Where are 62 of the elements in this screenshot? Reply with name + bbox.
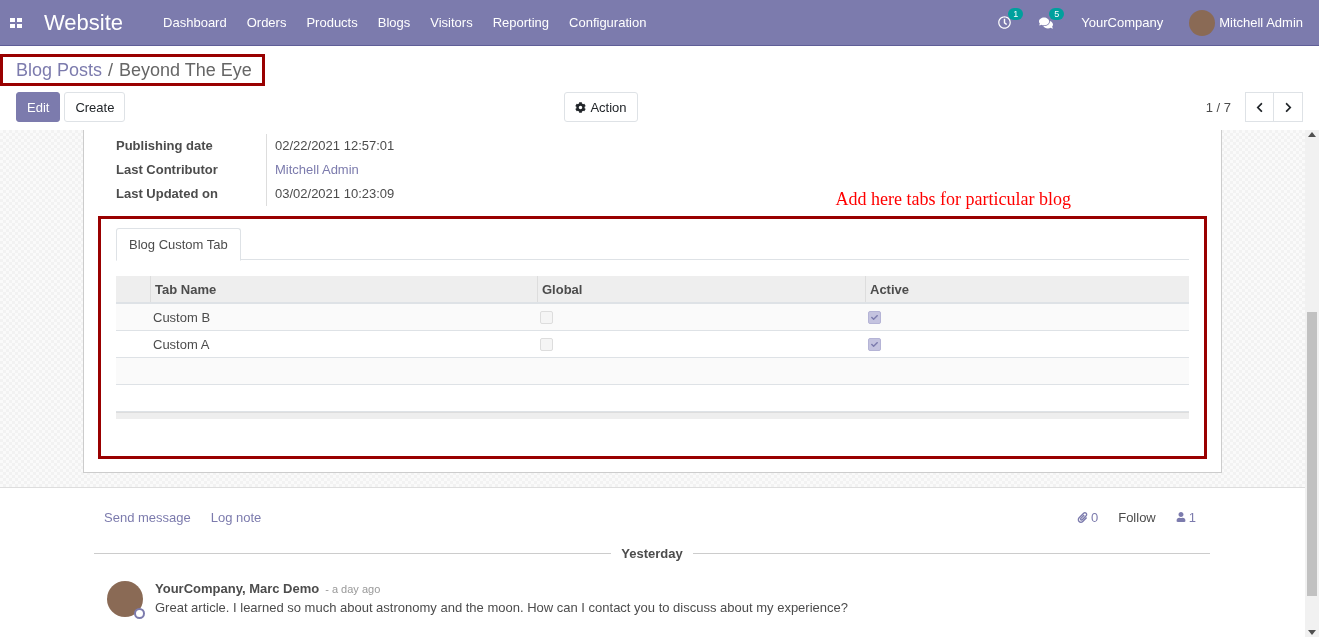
- next-button[interactable]: [1274, 92, 1303, 122]
- paperclip-icon: [1076, 511, 1088, 523]
- breadcrumb-link[interactable]: Blog Posts: [16, 59, 103, 81]
- app-name: Website: [44, 9, 124, 36]
- field-value: 03/02/2021 10:23:09: [275, 186, 395, 201]
- action-button[interactable]: Action: [564, 92, 638, 122]
- chevron-left-icon: [1254, 101, 1265, 113]
- column-header[interactable]: Active: [865, 276, 1189, 302]
- column-header[interactable]: Global: [537, 276, 865, 302]
- scrollbar-thumb[interactable]: [1307, 312, 1317, 596]
- field-link[interactable]: Mitchell Admin: [275, 162, 359, 177]
- message-author: YourCompany, Marc Demo: [155, 581, 320, 596]
- apps-grid-icon[interactable]: [10, 17, 22, 28]
- menu-item[interactable]: Products: [296, 15, 368, 30]
- gear-icon: [575, 101, 587, 113]
- attachments-button[interactable]: 0: [1076, 509, 1099, 525]
- scroll-up-arrow-icon[interactable]: [1308, 132, 1316, 137]
- pager-counter: 1 / 7: [1205, 99, 1231, 115]
- breadcrumb-separator: /: [108, 59, 114, 81]
- presence-icon: [134, 608, 145, 619]
- menu-item[interactable]: Configuration: [559, 15, 657, 30]
- menu-item[interactable]: Visitors: [420, 15, 483, 30]
- scroll-down-arrow-icon[interactable]: [1308, 630, 1316, 635]
- field-label: Last Updated on: [116, 185, 219, 203]
- checkbox[interactable]: [868, 310, 881, 324]
- menu-item[interactable]: Orders: [236, 15, 297, 30]
- column-header[interactable]: Tab Name: [150, 276, 537, 302]
- table-cell-text: Custom A: [152, 336, 211, 352]
- company-switcher[interactable]: YourCompany: [1081, 15, 1164, 30]
- check-icon: [871, 313, 878, 321]
- user-icon: [1175, 512, 1186, 522]
- menu-item[interactable]: Dashboard: [153, 15, 237, 30]
- author-avatar: [107, 581, 143, 617]
- edit-button[interactable]: Edit: [16, 92, 61, 122]
- user-menu[interactable]: Mitchell Admin: [1219, 15, 1303, 30]
- previous-button[interactable]: [1245, 92, 1274, 122]
- menu-item[interactable]: Blogs: [367, 15, 421, 30]
- field-label: Publishing date: [116, 137, 214, 155]
- date-separator: Yesterday: [621, 546, 683, 561]
- count-badge: 1: [1008, 8, 1024, 20]
- followers-button[interactable]: 1: [1175, 509, 1196, 525]
- check-icon: [871, 340, 878, 348]
- chat-icon[interactable]: [1039, 15, 1054, 30]
- count-badge: 5: [1049, 7, 1065, 20]
- breadcrumb-current: Beyond The Eye: [119, 59, 252, 81]
- notebook-tab[interactable]: Blog Custom Tab: [116, 228, 241, 261]
- menu-item[interactable]: Reporting: [482, 15, 560, 30]
- scrollbar[interactable]: [1305, 130, 1319, 637]
- checkbox[interactable]: [540, 337, 553, 351]
- create-button[interactable]: Create: [64, 92, 126, 122]
- checkbox[interactable]: [540, 310, 553, 324]
- message-body: Great article. I learned so much about astronomy and the moon. How can I contact you to discuss about my experience?: [155, 600, 848, 615]
- clock-icon[interactable]: [998, 16, 1012, 29]
- message-time: - a day ago: [325, 583, 381, 595]
- field-value: 02/22/2021 12:57:01: [275, 138, 395, 153]
- annotation-text: Add here tabs for particular blog: [835, 189, 1071, 210]
- checkbox[interactable]: [868, 337, 881, 351]
- log-note-link[interactable]: Log note: [210, 509, 262, 525]
- send-message-link[interactable]: Send message: [104, 509, 191, 525]
- follow-button[interactable]: Follow: [1118, 509, 1156, 525]
- field-label: Last Contributor: [116, 161, 219, 179]
- table-cell-text: Custom B: [152, 309, 212, 325]
